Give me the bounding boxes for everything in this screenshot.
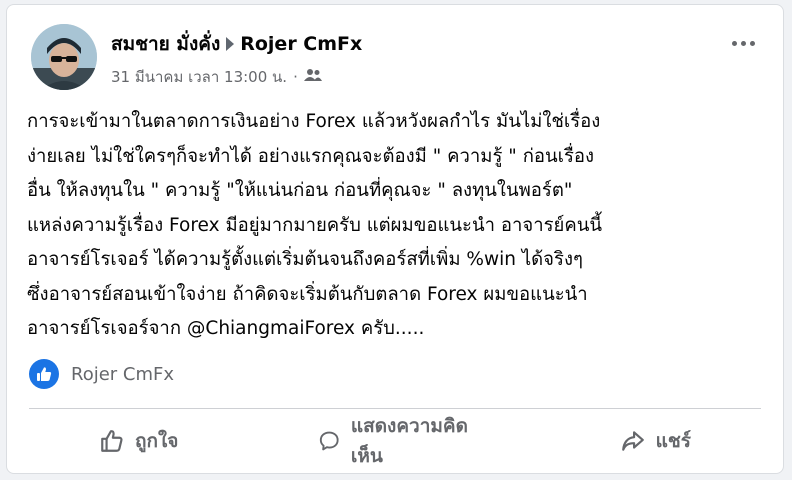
dot-icon — [732, 41, 737, 46]
avatar[interactable] — [31, 24, 97, 90]
share-label: แชร์ — [655, 430, 691, 452]
like-button[interactable]: ถูกใจ — [29, 420, 248, 462]
post-text-line: ง่ายเลย ไม่ใช่ใครๆก็จะทำได้ อย่างแรกคุณจ… — [27, 145, 595, 167]
post-meta: 31 มีนาคม เวลา 13:00 น. · — [111, 65, 322, 89]
reaction-summary[interactable]: Rojer CmFx — [29, 359, 174, 389]
post-text-line: แหล่งความรู้เรื่อง Forex มีอยู่มากมายครั… — [27, 214, 603, 236]
share-icon — [621, 431, 644, 451]
like-icon — [29, 359, 59, 389]
reaction-names[interactable]: Rojer CmFx — [71, 364, 174, 385]
dot-icon — [750, 41, 755, 46]
timestamp[interactable]: 31 มีนาคม เวลา 13:00 น. — [111, 65, 287, 89]
post-card: สมชาย มั่งคั่ง Rojer CmFx 31 มีนาคม เวลา… — [6, 4, 784, 474]
post-text-line: อื่น ให้ลงทุนใน " ความรู้ "ให้แน่นก่อน ก… — [27, 180, 573, 201]
author-name[interactable]: สมชาย มั่งคั่ง — [111, 29, 220, 59]
like-label: ถูกใจ — [135, 430, 179, 452]
share-button[interactable]: แชร์ — [550, 420, 761, 462]
friends-icon[interactable] — [303, 68, 322, 86]
comment-label: แสดงความคิดเห็น — [350, 415, 468, 467]
avatar-photo — [31, 24, 97, 90]
post-text-line: อาจารย์โรเจอร์ ได้ความรู้ตั้งแต่เริ่มต้น… — [27, 249, 583, 270]
caret-right-icon — [226, 37, 235, 51]
thumbs-up-icon — [101, 430, 123, 452]
dot-icon — [741, 41, 746, 46]
post-text: การจะเข้ามาในตลาดการเงินอย่าง Forex แล้ว… — [27, 105, 767, 347]
post-text-line: ซึ่งอาจารย์สอนเข้าใจง่าย ถ้าคิดจะเริ่มต้… — [27, 283, 588, 305]
more-options-button[interactable] — [732, 41, 755, 46]
comment-icon — [320, 431, 340, 451]
post-text-line: อาจารย์โรเจอร์จาก @ChiangmaiForex ครับ..… — [27, 318, 425, 339]
meta-separator: · — [293, 68, 298, 86]
page-name[interactable]: Rojer CmFx — [240, 33, 362, 55]
post-header: สมชาย มั่งคั่ง Rojer CmFx — [111, 29, 362, 59]
comment-button[interactable]: แสดงความคิดเห็น — [248, 405, 549, 477]
action-bar: ถูกใจ แสดงความคิดเห็น แชร์ — [29, 413, 761, 469]
post-text-line: การจะเข้ามาในตลาดการเงินอย่าง Forex แล้ว… — [27, 111, 601, 132]
